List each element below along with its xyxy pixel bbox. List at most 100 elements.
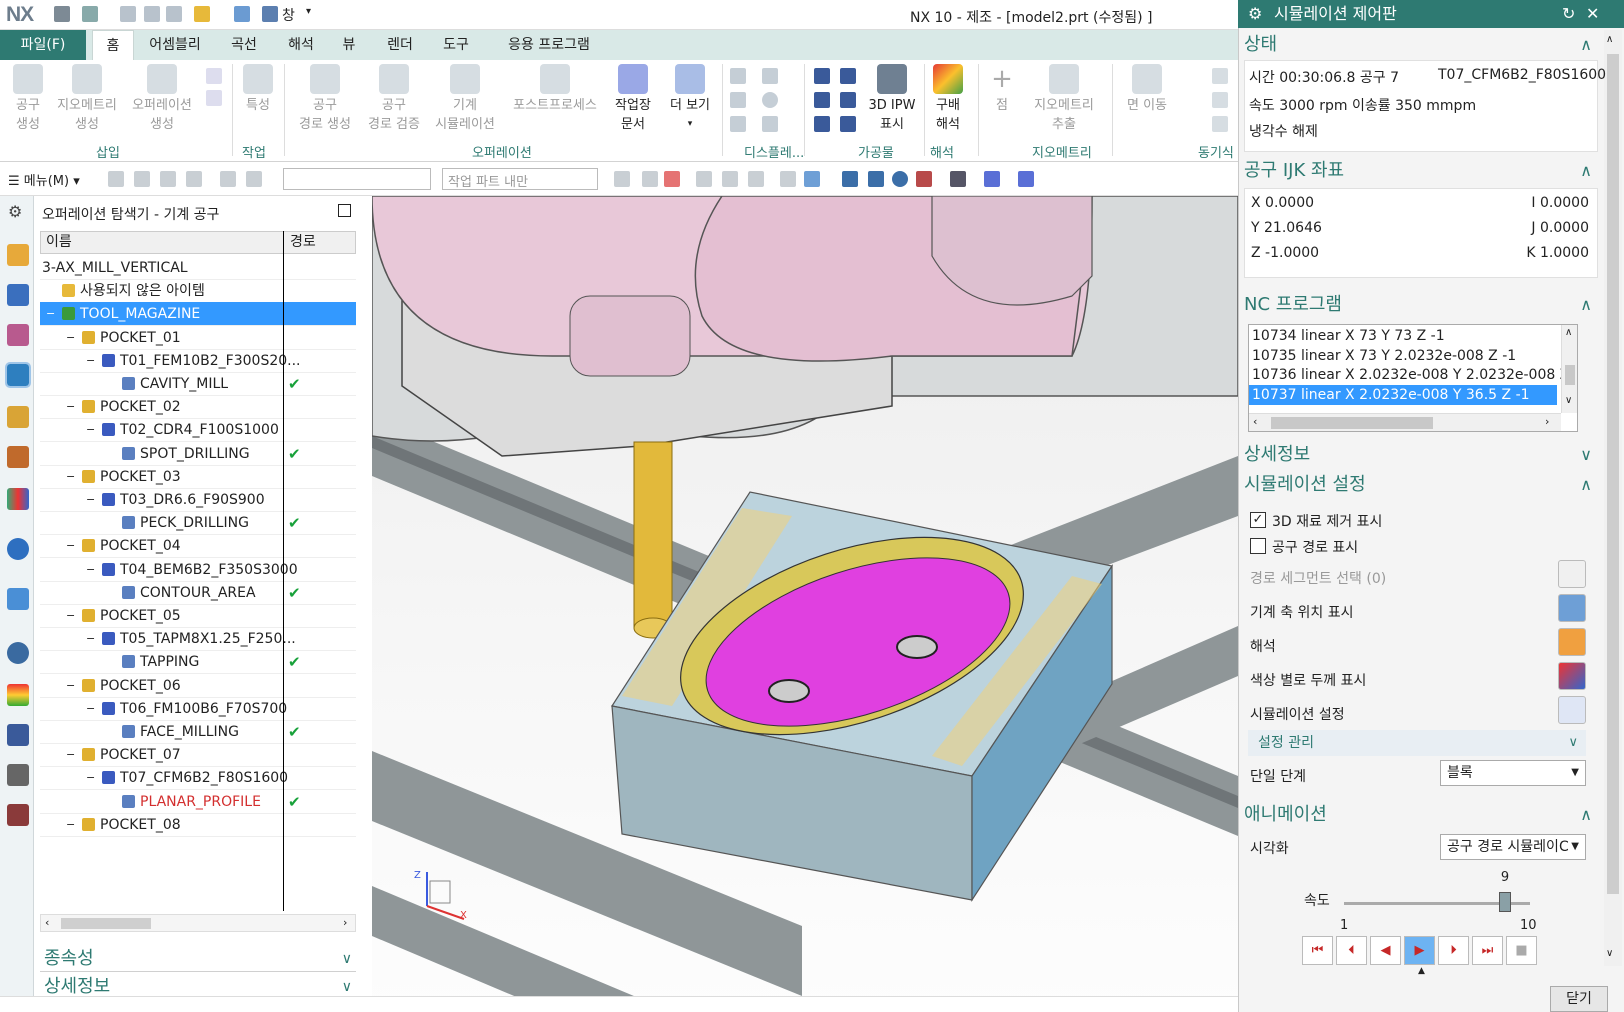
display-icon-5[interactable] [730,116,746,132]
settings-section-header[interactable]: 시뮬레이션 설정 ∧ [1244,470,1598,500]
visualize-dropdown[interactable]: 공구 경로 시뮬레이C ▼ [1440,834,1586,860]
collapse-icon[interactable]: − [66,743,75,767]
collapse-icon[interactable]: − [66,674,75,698]
assembly-navigator-icon[interactable] [7,244,29,266]
group-display[interactable]: 디스플레... [744,142,804,161]
play-backward-button[interactable]: ◀ [1370,936,1401,965]
show-3d-ipw-button[interactable]: 3D IPW 표시 [862,64,922,134]
manage-settings-row[interactable]: 설정 관리 ∨ [1248,730,1586,756]
filter-icon-5[interactable] [220,171,236,187]
view-icon-3[interactable] [916,171,932,187]
scroll-down-icon[interactable]: ∨ [1565,395,1572,406]
workpiece-icon-1[interactable] [814,68,830,84]
sync-icon-1[interactable] [1212,68,1228,84]
collapse-icon[interactable]: − [66,326,75,350]
create-operation-button[interactable]: 오퍼레이션 생성 [126,64,198,134]
nc-section-header[interactable]: NC 프로그램 ∧ [1244,290,1598,320]
step-back-button[interactable]: ⏴ [1336,936,1367,965]
collapse-icon[interactable]: − [66,395,75,419]
constraint-navigator-icon[interactable] [7,284,29,306]
scroll-thumb[interactable] [1607,54,1619,894]
segment-select-button[interactable] [1558,560,1586,588]
stop-button[interactable]: ■ [1506,936,1537,965]
repeat-command-icon[interactable] [194,6,210,22]
scroll-up-icon[interactable]: ∧ [1565,327,1572,338]
type-filter-combo[interactable] [283,168,431,190]
operation-row[interactable]: CONTOUR_AREA ✔ [40,581,356,605]
create-geometry-button[interactable]: 지오메트리 생성 [52,64,122,134]
column-name[interactable]: 이름 [46,232,72,253]
filter-icon-3[interactable] [160,171,176,187]
nc-vscroll[interactable]: ∧ ∨ [1561,325,1577,413]
tab-curve[interactable]: 곡선 [222,30,266,60]
pocket-row[interactable]: − POCKET_07 [40,743,356,768]
display-icon-6[interactable] [762,116,778,132]
collapse-icon[interactable]: − [86,558,95,582]
collapse-icon[interactable]: − [66,465,75,489]
display-icon-2[interactable] [762,68,778,84]
tool-row[interactable]: − T03_DR6.6_F90S900 [40,488,356,512]
collapse-icon[interactable]: − [66,813,75,837]
pocket-row[interactable]: − POCKET_06 [40,674,356,698]
window-menu[interactable]: 창 [282,5,295,25]
machine-simulation-button[interactable]: 기계 시뮬레이션 [430,64,500,134]
collapse-icon[interactable]: − [46,302,55,326]
close-button[interactable]: 닫기 [1550,986,1608,1012]
more-button[interactable]: 더 보기 ▾ [664,64,716,134]
scroll-left-icon[interactable]: ‹ [45,916,49,929]
snap-icon-1[interactable] [614,171,630,187]
rewind-to-start-button[interactable]: ⏮ [1302,936,1333,965]
pocket-row[interactable]: − POCKET_05 [40,604,356,628]
operation-row[interactable]: SPOT_DRILLING ✔ [40,442,356,466]
tool-row[interactable]: − T05_TAPM8X1.25_F250... [40,627,356,652]
display-icon-1[interactable] [730,68,746,84]
reuse-library-icon[interactable] [7,488,29,510]
show-3d-checkbox[interactable]: ✓ [1250,512,1266,528]
analysis-button[interactable] [1558,628,1586,656]
collapse-icon[interactable]: − [86,349,95,373]
horizontal-scrollbar[interactable]: ‹ › [40,914,356,932]
copy-icon[interactable] [144,6,160,22]
verify-toolpath-button[interactable]: 공구 경로 검증 [362,64,426,134]
workpiece-icon-3[interactable] [814,92,830,108]
column-path[interactable]: 경로 [290,232,316,253]
dependencies-panel[interactable]: 종속성 ∨ [40,946,356,972]
sync-icon-2[interactable] [1212,92,1228,108]
history-icon[interactable] [7,642,29,664]
robot-icon[interactable] [7,764,29,786]
group-insert[interactable]: 삽입 [96,142,120,161]
sync-icon-3[interactable] [1212,116,1228,132]
workpiece-icon-6[interactable] [840,116,856,132]
dropdown-arrow-icon[interactable]: ▾ [306,6,311,17]
snap-icon-5[interactable] [722,171,738,187]
shop-doc-button[interactable]: 작업장 문서 [608,64,658,134]
render-icon[interactable] [950,171,966,187]
nc-hscroll[interactable]: ‹ › [1249,413,1561,431]
details-section-header[interactable]: 상세정보 ∨ [1244,440,1598,470]
fast-forward-end-button[interactable]: ⏭ [1472,936,1503,965]
tree-row[interactable]: − TOOL_MAGAZINE [40,302,356,327]
nc-line[interactable]: 10736 linear X 2.0232e-008 Y 2.0232e-008… [1252,365,1577,385]
tab-render[interactable]: 렌더 [378,30,422,60]
pocket-row[interactable]: − POCKET_08 [40,813,356,837]
move-face-button[interactable]: 면 이동 [1116,64,1178,115]
draft-analysis-button[interactable]: 구배 해석 [926,64,970,134]
pocket-row[interactable]: − POCKET_04 [40,534,356,559]
view-icon-2[interactable] [868,171,884,187]
generate-toolpath-button[interactable]: 공구 경로 생성 [292,64,358,134]
group-operation[interactable]: 오퍼레이션 [472,142,532,161]
operation-row[interactable]: FACE_MILLING ✔ [40,720,356,744]
group-workpiece[interactable]: 가공물 [858,142,894,161]
filter-icon-2[interactable] [134,171,150,187]
operation-row[interactable]: TAPPING ✔ [40,650,356,675]
scroll-right-icon[interactable]: › [1545,415,1549,428]
manufacturing-wizard-icon[interactable] [7,804,29,826]
tab-application[interactable]: 응용 프로그램 [494,30,604,60]
collapse-icon[interactable]: − [86,627,95,651]
web-browser-icon[interactable] [7,588,29,610]
snap-icon-3[interactable] [664,171,680,187]
tool-row[interactable]: − T02_CDR4_F100S1000 [40,418,356,443]
display-icon-3[interactable] [730,92,746,108]
nc-program-list[interactable]: 10734 linear X 73 Y 73 Z -1 10735 linear … [1248,324,1578,432]
undo-icon[interactable] [82,6,98,22]
